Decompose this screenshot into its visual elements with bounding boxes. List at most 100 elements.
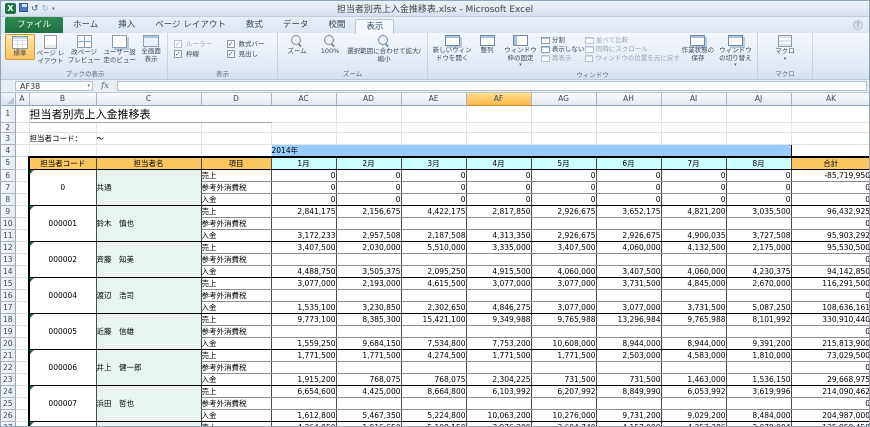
header-month-3[interactable]: 3月 [401,157,466,170]
row-header-14[interactable]: 14 [1,265,15,277]
month-value[interactable]: 2,926,675 [531,205,596,217]
month-value[interactable]: 6,103,992 [466,385,531,397]
cell[interactable] [726,105,791,122]
month-value[interactable] [401,253,466,265]
month-value[interactable] [466,397,531,409]
month-value[interactable]: 3,077,000 [531,277,596,289]
month-value[interactable]: 2,156,675 [336,205,401,217]
month-value[interactable]: 8,849,990 [596,385,661,397]
month-value[interactable] [271,325,336,337]
ruler-checkbox[interactable]: ✓ ルーラー [174,40,219,48]
month-value[interactable]: 768,075 [401,373,466,385]
month-value[interactable]: 6,053,992 [661,385,726,397]
cell[interactable] [661,122,726,132]
month-value[interactable]: 0 [531,181,596,193]
month-value[interactable] [596,217,661,229]
month-value[interactable] [401,361,466,373]
month-value[interactable]: 4,060,000 [596,241,661,253]
total-value[interactable]: 0 [791,193,870,205]
select-all-corner[interactable] [1,93,15,105]
header-month-6[interactable]: 6月 [596,157,661,170]
month-value[interactable] [271,289,336,301]
staff-code[interactable]: 0 [29,169,96,205]
month-value[interactable]: 3,652,175 [596,205,661,217]
row-header-7[interactable]: 7 [1,181,15,193]
row-header-2[interactable]: 2 [1,122,15,132]
month-value[interactable]: 7,534,800 [401,337,466,349]
month-value[interactable] [661,289,726,301]
total-value[interactable]: 73,029,500 [791,349,870,361]
new-window-button[interactable]: 新しいウィンドウを開く [430,34,474,63]
total-value[interactable]: 204,987,000 [791,409,870,421]
full-screen-button[interactable]: 全画面表示 [137,34,165,64]
row-header-1[interactable]: 1 [1,105,15,122]
staff-name[interactable]: 塩野 恵里 [96,421,201,427]
month-value[interactable]: 3,604,740 [531,421,596,427]
month-value[interactable] [466,289,531,301]
month-value[interactable]: 5,087,250 [726,301,791,313]
month-value[interactable]: 2,175,000 [726,241,791,253]
item-label[interactable]: 入金 [201,409,271,421]
tab-view[interactable]: 表示 [355,19,394,34]
cell[interactable] [15,229,29,241]
month-value[interactable]: 0 [466,169,531,181]
column-header-AF[interactable]: AF [466,93,531,105]
cell[interactable] [726,122,791,132]
cell[interactable] [791,132,870,144]
cell[interactable] [791,105,870,122]
row-header-10[interactable]: 10 [1,217,15,229]
reset-window-position-button[interactable]: ウィンドウの位置を元に戻す [585,54,680,62]
macros-button[interactable]: マクロ ▾ [768,34,802,64]
month-value[interactable] [531,217,596,229]
month-value[interactable]: 4,845,000 [661,277,726,289]
month-value[interactable]: 0 [336,193,401,205]
month-value[interactable]: 4,060,000 [661,265,726,277]
column-header-AI[interactable]: AI [661,93,726,105]
month-value[interactable]: 3,077,000 [531,301,596,313]
row-header-20[interactable]: 20 [1,337,15,349]
total-value[interactable]: 0 [791,325,870,337]
month-value[interactable] [726,289,791,301]
month-value[interactable]: 0 [401,193,466,205]
month-value[interactable]: 4,274,500 [401,349,466,361]
zoom-100-button[interactable]: 100% [314,34,346,57]
row-header-16[interactable]: 16 [1,289,15,301]
zoom-to-selection-button[interactable]: 選択範囲に合わせて拡大/縮小 [346,34,422,64]
cell[interactable] [15,193,29,205]
column-header-AJ[interactable]: AJ [726,93,791,105]
cell[interactable] [15,205,29,217]
cell[interactable] [15,289,29,301]
total-value[interactable]: 95,530,500 [791,241,870,253]
total-value[interactable]: 95,903,292 [791,229,870,241]
cell[interactable] [15,421,29,427]
item-label[interactable]: 入金 [201,373,271,385]
cell[interactable] [271,122,336,132]
cell[interactable] [15,337,29,349]
split-button[interactable]: 分割 [541,36,585,44]
month-value[interactable]: 1,771,500 [531,349,596,361]
row-header-27[interactable]: 27 [1,421,15,427]
row-header-5[interactable]: 5 [1,157,15,170]
month-value[interactable]: 3,035,500 [726,205,791,217]
row-header-13[interactable]: 13 [1,253,15,265]
month-value[interactable]: 3,077,000 [466,277,531,289]
month-value[interactable]: 9,684,150 [336,337,401,349]
month-value[interactable]: 4,846,275 [466,301,531,313]
gridlines-checkbox[interactable]: ✓ 枠線 [174,50,219,58]
month-value[interactable] [271,217,336,229]
month-value[interactable]: 2,187,508 [401,229,466,241]
row-header-17[interactable]: 17 [1,301,15,313]
month-value[interactable]: 2,957,508 [336,229,401,241]
month-value[interactable]: 0 [466,181,531,193]
qat-dropdown-icon[interactable]: ▾ [52,4,55,14]
month-value[interactable]: 8,664,800 [401,385,466,397]
month-value[interactable] [596,397,661,409]
month-value[interactable]: 4,132,500 [661,241,726,253]
month-value[interactable] [661,325,726,337]
month-value[interactable]: 3,077,000 [271,277,336,289]
month-value[interactable]: 9,731,200 [596,409,661,421]
month-value[interactable]: 0 [271,181,336,193]
column-header-AD[interactable]: AD [336,93,401,105]
month-value[interactable]: 3,976,390 [466,421,531,427]
month-value[interactable]: 0 [596,169,661,181]
